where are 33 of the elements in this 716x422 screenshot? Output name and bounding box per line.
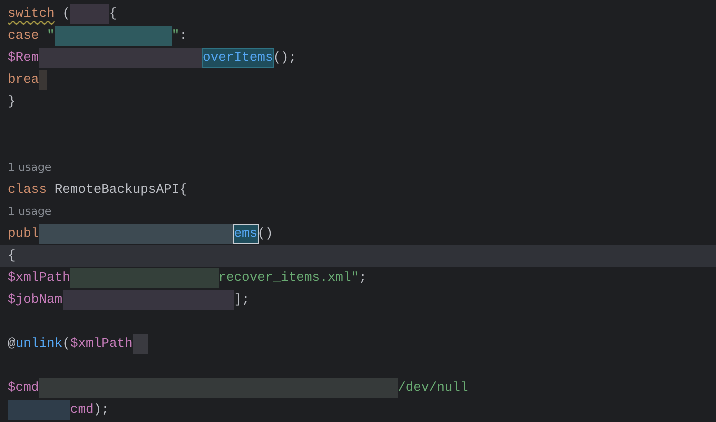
- code-text: @: [8, 335, 16, 353]
- code-string: /dev/null: [398, 379, 468, 397]
- code-keyword: class: [8, 181, 48, 199]
- code-variable: $Rem: [8, 49, 40, 67]
- code-variable: $cmd: [8, 379, 40, 397]
- code-variable: cmd: [70, 401, 94, 419]
- code-text: (: [62, 5, 70, 23]
- code-variable: $xmlPath: [8, 269, 70, 287]
- code-text: :: [180, 27, 188, 45]
- code-keyword: case: [8, 27, 40, 45]
- code-function: overItems: [203, 49, 274, 67]
- code-text: (: [62, 335, 70, 353]
- code-text: }: [8, 93, 16, 111]
- code-string: recover_items.xml": [218, 269, 360, 287]
- code-keyword: switch: [8, 5, 55, 23]
- code-text: ();: [273, 49, 297, 67]
- usage-hint: 1 usage: [8, 160, 52, 176]
- code-text: (): [258, 225, 274, 243]
- code-variable: $xmlPath: [70, 335, 133, 353]
- code-text: ];: [234, 291, 250, 309]
- code-string: ": [47, 27, 55, 45]
- code-variable: $jobNam: [8, 291, 63, 309]
- code-text: ;: [359, 269, 367, 287]
- code-text: );: [94, 401, 110, 419]
- code-function: ems: [234, 225, 258, 243]
- code-function: unlink: [16, 335, 63, 353]
- code-keyword: brea: [8, 71, 40, 89]
- code-text: RemoteBackupsAPI{: [54, 181, 188, 199]
- code-string: ": [172, 27, 180, 45]
- code-keyword: publ: [8, 225, 40, 243]
- code-text: {: [8, 247, 16, 265]
- code-text: {: [109, 5, 118, 23]
- usage-hint: 1 usage: [8, 204, 52, 220]
